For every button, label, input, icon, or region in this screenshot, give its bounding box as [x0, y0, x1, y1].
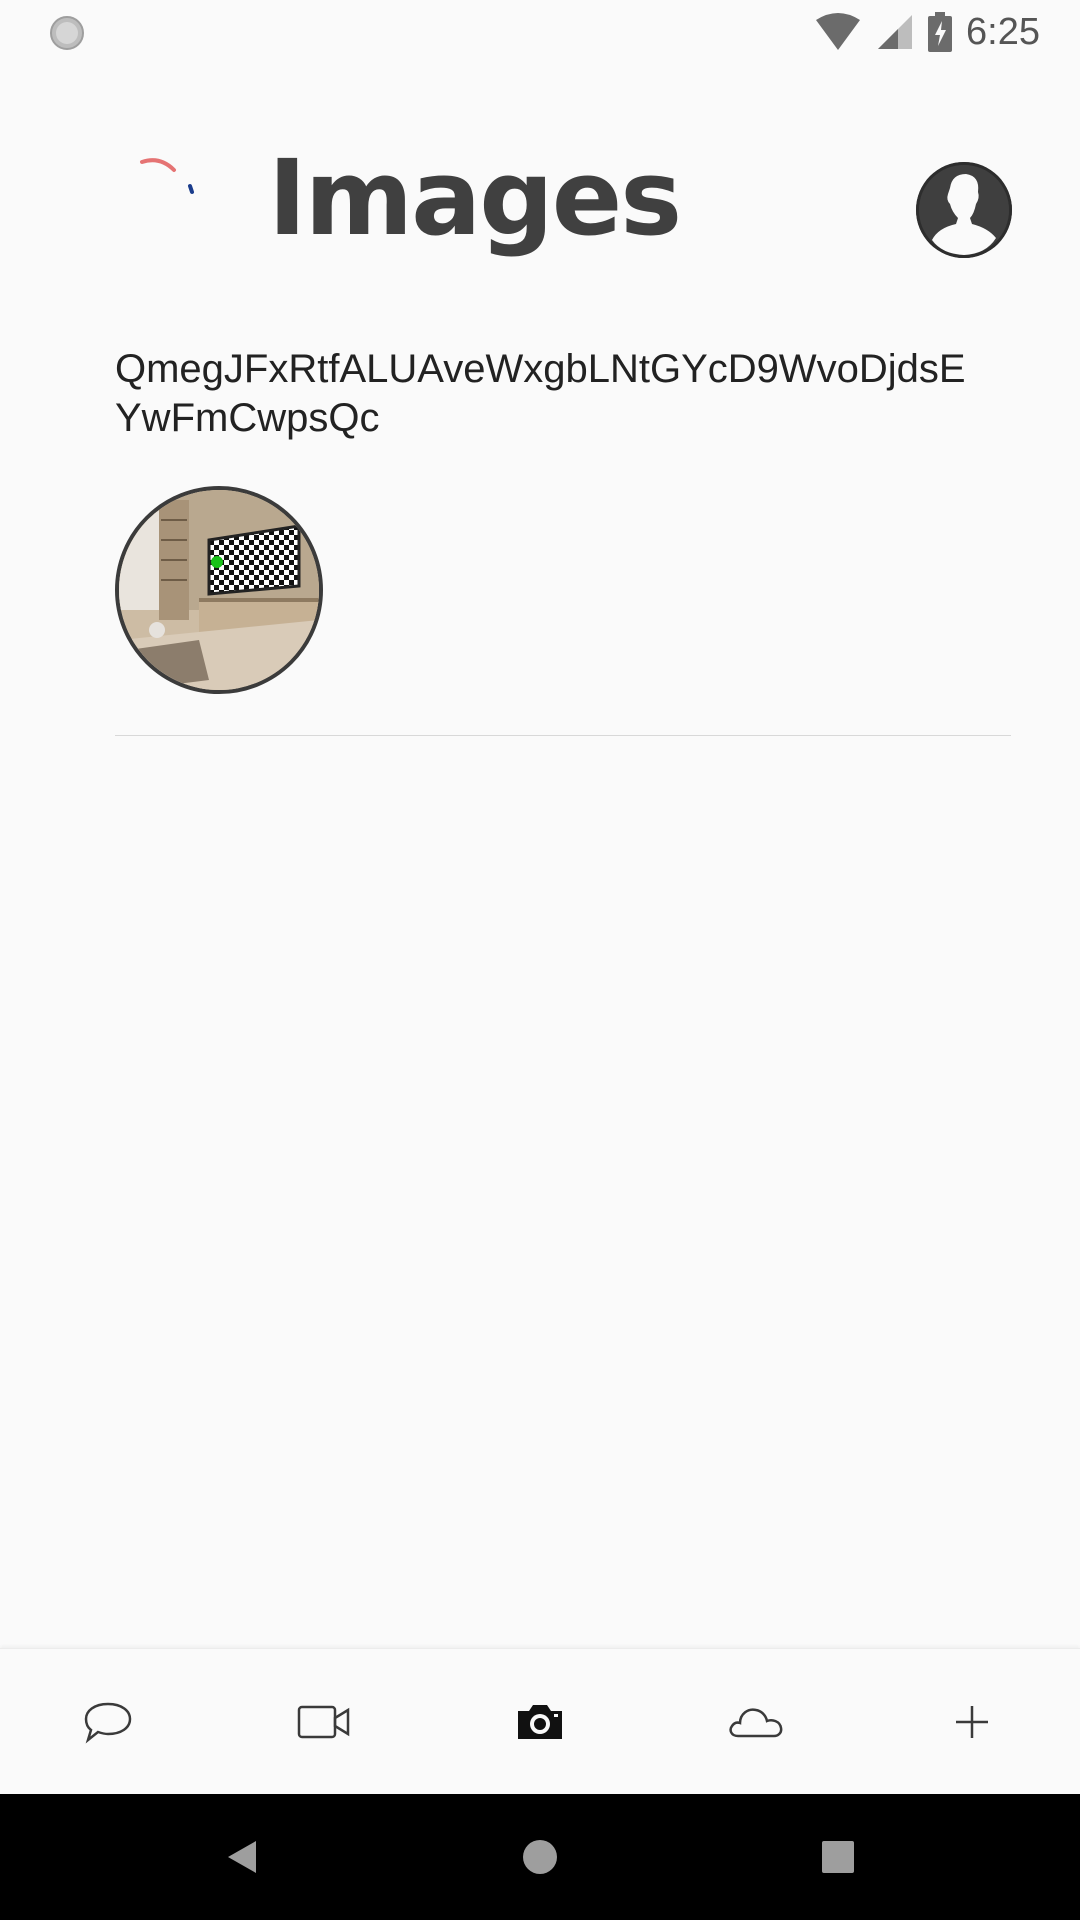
recents-button[interactable]	[778, 1794, 898, 1920]
status-bar: 6:25	[0, 0, 1080, 63]
status-right: 6:25	[814, 8, 1040, 56]
divider	[115, 735, 1011, 736]
recents-icon	[822, 1841, 854, 1873]
tab-add[interactable]	[864, 1649, 1080, 1795]
chat-bubble-icon	[84, 1702, 132, 1744]
avatar[interactable]	[916, 162, 1012, 258]
album-name[interactable]: QmegJFxRtfALUAveWxgbLNtGYcD9WvoDjdsEYwFm…	[115, 345, 975, 443]
photo-camera-icon	[518, 1705, 562, 1739]
video-camera-icon	[297, 1705, 350, 1739]
album-thumbnail[interactable]	[115, 486, 323, 694]
bottom-nav	[0, 1648, 1080, 1795]
loading-indicator-icon	[50, 16, 84, 50]
home-icon	[523, 1840, 557, 1874]
tab-photos[interactable]	[432, 1649, 648, 1795]
tab-video[interactable]	[216, 1649, 432, 1795]
page-title: Images	[268, 137, 682, 259]
tab-cloud[interactable]	[648, 1649, 864, 1795]
cloud-icon	[729, 1708, 783, 1738]
loading-spinner-icon	[140, 158, 194, 194]
user-silhouette-icon	[919, 165, 1009, 255]
cell-signal-icon	[878, 15, 913, 49]
tab-chat[interactable]	[0, 1649, 216, 1795]
home-button[interactable]	[480, 1794, 600, 1920]
wifi-icon	[816, 13, 861, 50]
room-tv-photo	[119, 490, 319, 690]
plus-icon	[956, 1706, 988, 1738]
back-button[interactable]	[182, 1794, 302, 1920]
back-icon	[228, 1841, 256, 1873]
system-nav-bar	[0, 1794, 1080, 1920]
status-time: 6:25	[966, 10, 1040, 53]
battery-charging-icon	[928, 12, 953, 52]
